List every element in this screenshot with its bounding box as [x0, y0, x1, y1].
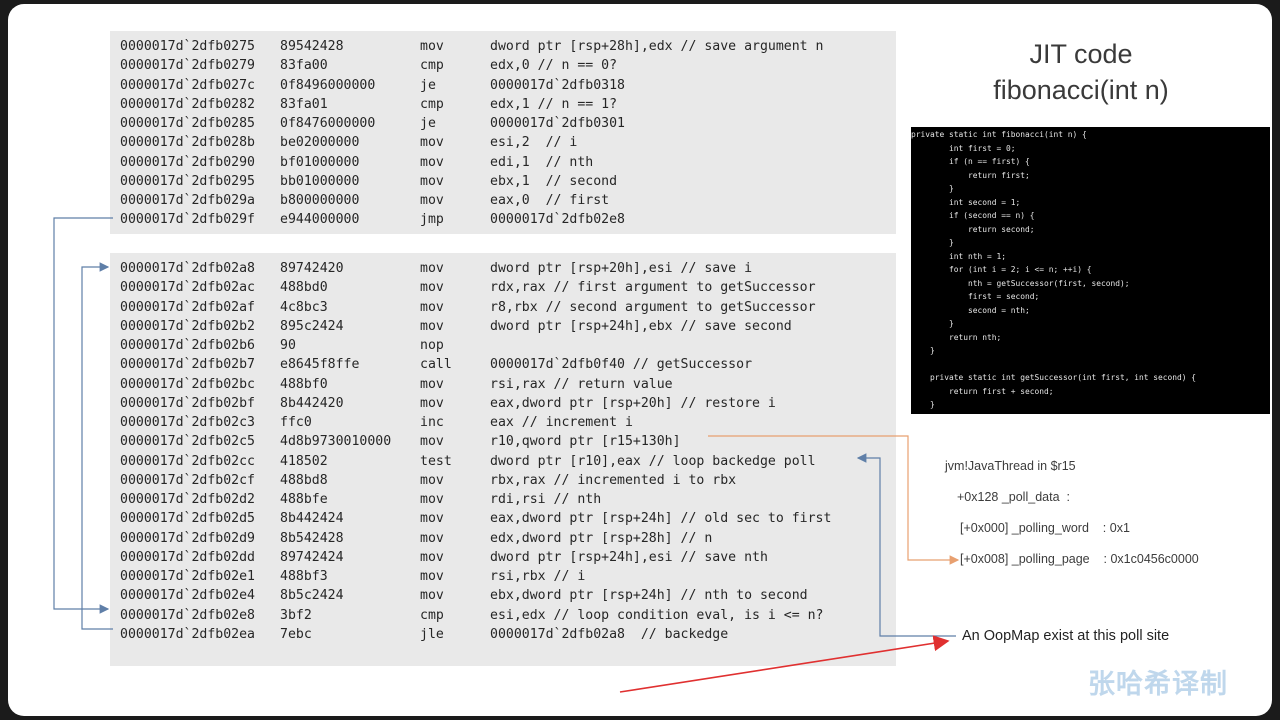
backedge-arrow — [81, 262, 113, 630]
watermark: 张哈希译制 — [1088, 669, 1228, 699]
arrow-overlay — [53, 217, 960, 693]
jmp-arrow — [53, 217, 113, 614]
slide: 0000017d`2dfb0275 89542428 mov dword ptr [r… — [8, 4, 1272, 716]
polling-page-arrow — [708, 435, 960, 565]
red-arrow — [619, 635, 950, 693]
oopmap-pointer-arrow — [856, 453, 956, 637]
